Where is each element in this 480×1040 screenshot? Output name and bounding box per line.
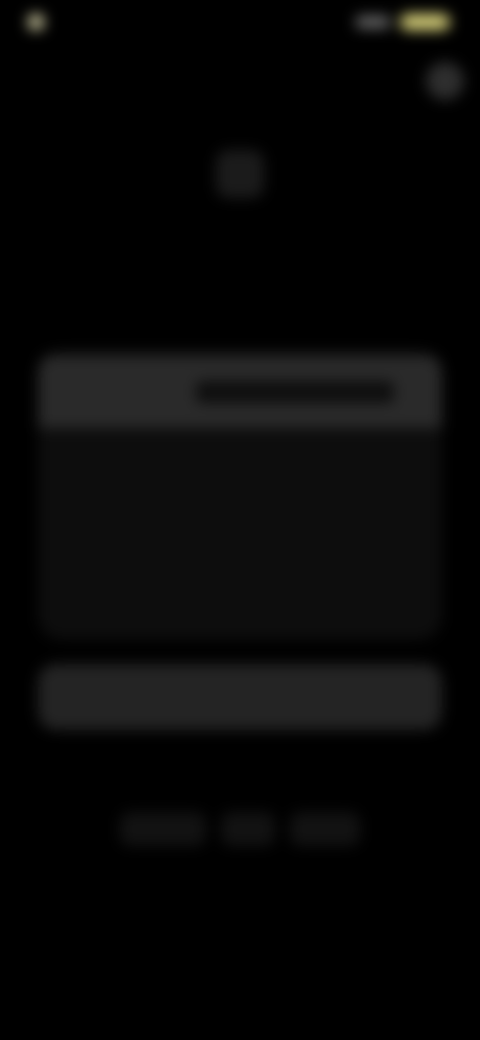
signal-icon: [356, 16, 390, 28]
footer-link-3[interactable]: [290, 812, 360, 846]
status-bar-left: [28, 14, 54, 30]
footer-link-2[interactable]: [221, 812, 275, 846]
page-subtitle-line-2: [150, 298, 330, 320]
camera-dot-icon: [28, 14, 44, 30]
plan-option-4[interactable]: [38, 574, 442, 640]
plan-options-card: [38, 350, 442, 640]
page-subtitle-line-1: [110, 268, 370, 290]
restore-purchases-link[interactable]: [160, 742, 320, 766]
close-button[interactable]: [426, 62, 464, 100]
selected-plan-badge: [196, 381, 394, 403]
battery-pill-icon: [400, 14, 450, 30]
blurred-screen: [0, 0, 480, 1040]
continue-button[interactable]: [38, 664, 442, 730]
page-title: [100, 220, 380, 250]
footer-link-1[interactable]: [120, 812, 206, 846]
plan-option-1[interactable]: [38, 356, 442, 428]
plan-option-2[interactable]: [38, 430, 442, 502]
status-bar-right: [356, 14, 450, 30]
app-logo-icon: [216, 150, 264, 198]
plan-option-3[interactable]: [38, 502, 442, 574]
footer-links: [120, 812, 360, 846]
